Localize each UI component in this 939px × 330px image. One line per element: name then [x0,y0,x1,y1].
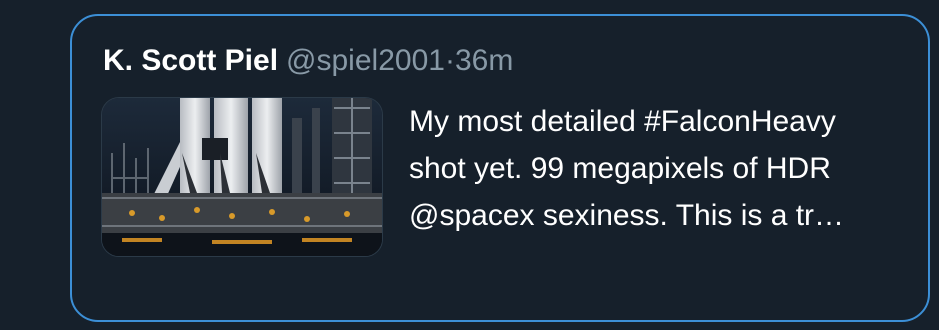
image-icon [102,98,382,256]
tweet-text-line: shot yet. 99 megapixels of HDR [409,152,831,185]
quoted-tweet-card[interactable]: K. Scott Piel @spiel2001·36m My most det… [70,14,930,322]
tweet-text-line: @spacex sexiness. This is a tr… [409,199,845,232]
user-handle[interactable]: @spiel2001 [286,44,445,77]
display-name[interactable]: K. Scott Piel [103,44,278,77]
tweet-text-line: My most detailed #FalconHeavy [409,105,836,138]
separator-dot: · [444,44,455,77]
tweet-body: My most detailed #FalconHeavy shot yet. … [409,98,919,239]
tweet-header: K. Scott Piel @spiel2001·36m [103,43,513,79]
timestamp[interactable]: 36m [455,44,513,77]
media-thumbnail[interactable] [101,97,383,257]
